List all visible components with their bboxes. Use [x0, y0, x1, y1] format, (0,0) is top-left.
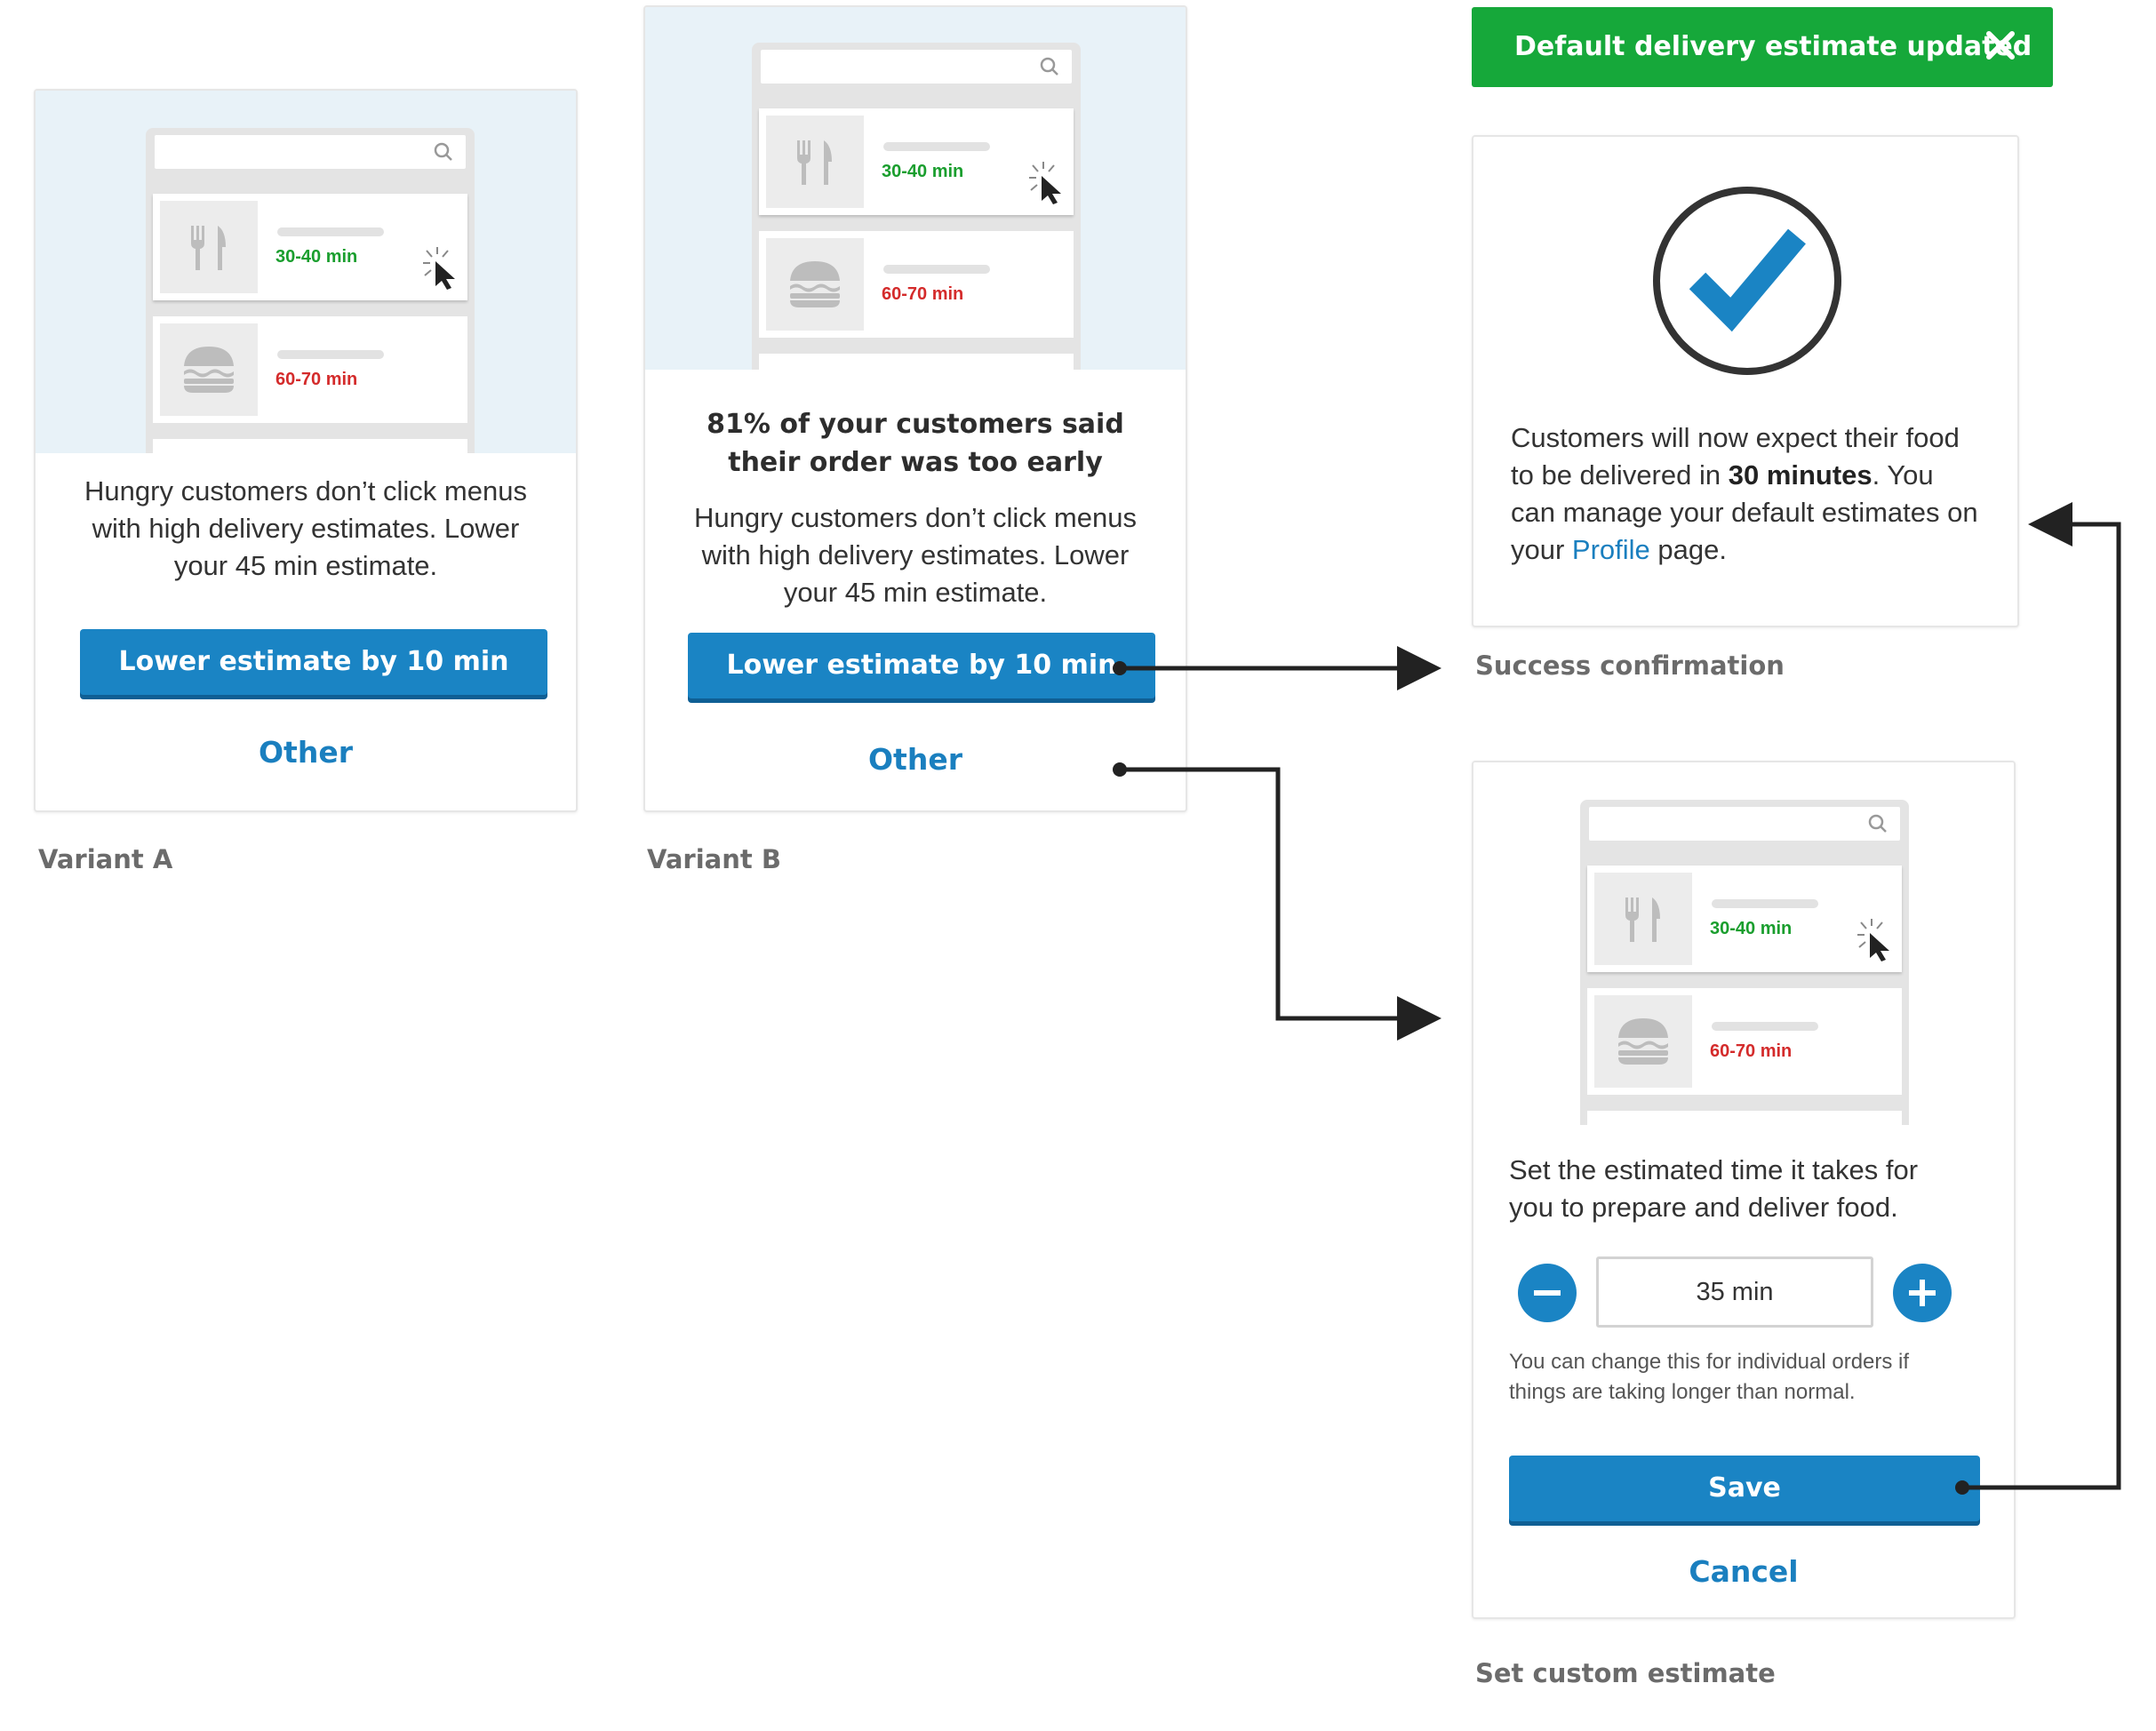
- arrow-save-to-success: [1955, 502, 2121, 1495]
- arrow-to-success: [1113, 646, 1441, 690]
- flow-arrows: [1113, 502, 2121, 1495]
- arrow-to-custom: [1113, 762, 1441, 1041]
